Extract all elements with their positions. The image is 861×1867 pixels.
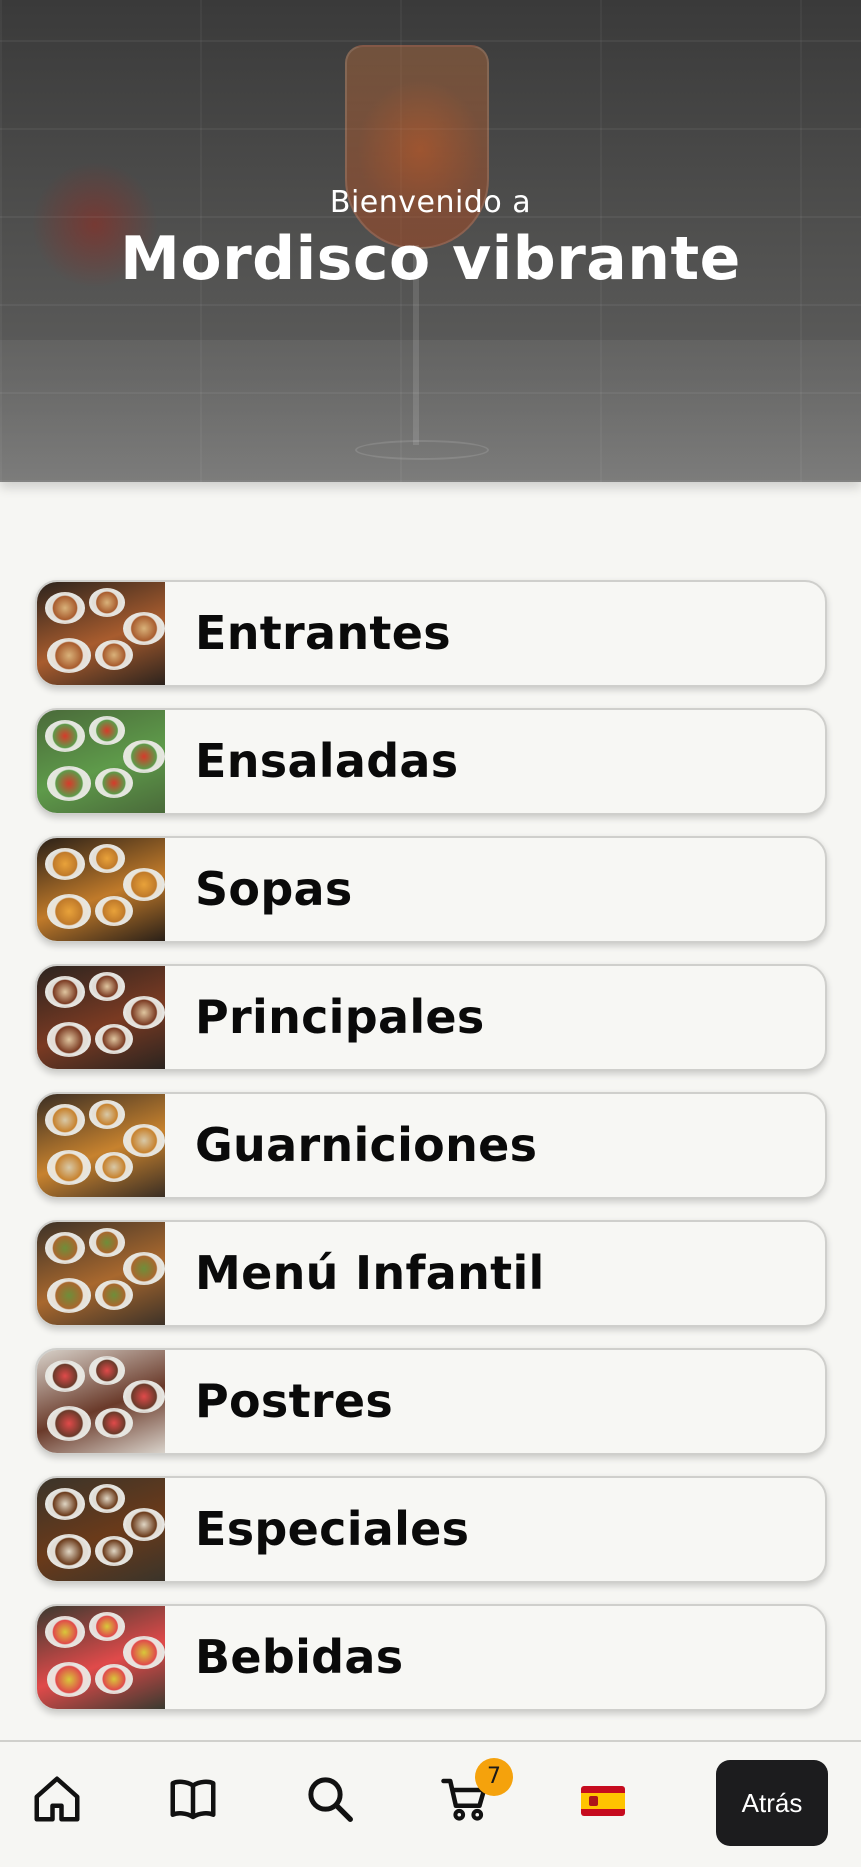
category-card[interactable]: Especiales	[35, 1476, 827, 1583]
category-card[interactable]: Entrantes	[35, 580, 827, 687]
category-label: Menú Infantil	[195, 1246, 545, 1300]
category-card[interactable]: Guarniciones	[35, 1092, 827, 1199]
search-button[interactable]	[303, 1772, 357, 1826]
back-button[interactable]: Atrás	[716, 1760, 828, 1846]
category-label: Entrantes	[195, 606, 451, 660]
category-label: Postres	[195, 1374, 394, 1428]
home-icon	[34, 1776, 80, 1822]
category-label: Especiales	[195, 1502, 470, 1556]
category-thumbnail	[37, 1350, 165, 1453]
home-button[interactable]	[30, 1772, 84, 1826]
category-label: Bebidas	[195, 1630, 404, 1684]
category-thumbnail	[37, 1094, 165, 1197]
hero-banner: Bienvenido a Mordisco vibrante	[0, 0, 861, 482]
category-label: Guarniciones	[195, 1118, 538, 1172]
category-label: Ensaladas	[195, 734, 459, 788]
spain-flag-icon[interactable]	[581, 1786, 625, 1816]
menu-button[interactable]	[166, 1772, 220, 1826]
category-card[interactable]: Principales	[35, 964, 827, 1071]
category-label: Principales	[195, 990, 485, 1044]
category-thumbnail	[37, 1478, 165, 1581]
hero-text: Bienvenido a Mordisco vibrante	[0, 185, 861, 294]
cart-count-badge: 7	[475, 1758, 513, 1796]
search-icon	[308, 1777, 353, 1822]
restaurant-name: Mordisco vibrante	[120, 224, 741, 294]
hero-subtitle: Bienvenido a	[329, 185, 532, 220]
category-thumbnail	[37, 838, 165, 941]
category-card[interactable]: Bebidas	[35, 1604, 827, 1711]
bottom-navigation: 7 Atrás	[0, 1740, 861, 1867]
category-thumbnail	[37, 582, 165, 685]
menu-book-icon	[170, 1779, 216, 1820]
category-label: Sopas	[195, 862, 353, 916]
hero-glass-foot	[355, 440, 489, 460]
category-card[interactable]: Ensaladas	[35, 708, 827, 815]
hero-counter	[0, 340, 861, 482]
category-card[interactable]: Menú Infantil	[35, 1220, 827, 1327]
category-card[interactable]: Postres	[35, 1348, 827, 1455]
category-thumbnail	[37, 710, 165, 813]
category-thumbnail	[37, 1606, 165, 1709]
category-card[interactable]: Sopas	[35, 836, 827, 943]
category-list: Entrantes Ensaladas Sopas Principales Guarni…	[35, 580, 827, 1732]
category-thumbnail	[37, 966, 165, 1069]
category-thumbnail	[37, 1222, 165, 1325]
